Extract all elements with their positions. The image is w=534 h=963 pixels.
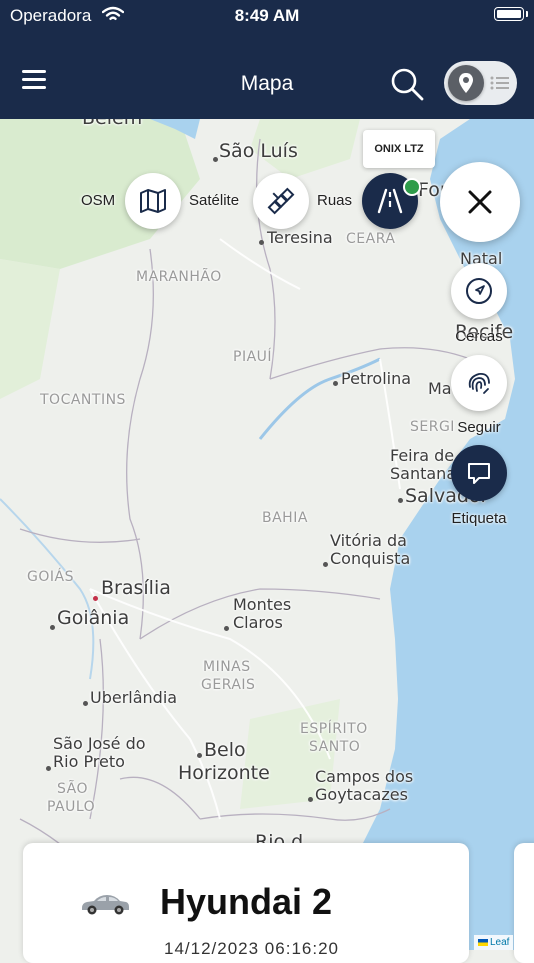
label-campos-1: Campos dos [315, 767, 414, 786]
label-piaui: PIAUÍ [233, 349, 273, 365]
search-icon[interactable] [389, 66, 425, 102]
tag-label: Etiqueta [451, 510, 507, 527]
vehicle-name: Hyundai 2 [160, 881, 333, 922]
vehicle-marker[interactable] [403, 178, 421, 196]
label-vitoria-1: Vitória da [330, 531, 407, 550]
city-dot [259, 240, 264, 245]
label-campos-2: Goytacazes [315, 785, 408, 804]
attribution-text: Leaf [490, 937, 510, 948]
label-tocantins: TOCANTINS [40, 392, 126, 408]
car-icon [82, 895, 129, 915]
label-sjrp-2: Rio Preto [53, 752, 125, 771]
city-dot [323, 562, 328, 567]
label-bh-2: Horizonte [178, 762, 270, 784]
label-montes-2: Claros [233, 613, 283, 632]
city-dot [398, 498, 403, 503]
label-goiania: Goiânia [57, 607, 130, 629]
osm-layer-button[interactable] [125, 173, 181, 229]
tag-button[interactable] [451, 445, 507, 501]
city-dot [213, 157, 218, 162]
map-view[interactable]: Belém São Luís Fort Teresina CEARA MARAN… [0, 119, 534, 950]
satellite-layer-button[interactable] [253, 173, 309, 229]
label-minas-2: GERAIS [201, 677, 256, 693]
label-espirito-2: SANTO [309, 739, 361, 755]
city-dot [333, 381, 338, 386]
list-icon [490, 76, 509, 90]
label-belem: Belém [82, 119, 142, 129]
close-layers-button[interactable] [440, 162, 520, 242]
label-sao-paulo-2: PAULO [47, 799, 96, 815]
fences-button[interactable] [451, 263, 507, 319]
capital-dot [93, 596, 98, 601]
status-bar: Operadora 8:49 AM [0, 0, 534, 34]
osm-label: OSM [81, 192, 116, 209]
satellite-label: Satélite [189, 192, 240, 209]
label-sao-luis: São Luís [219, 140, 298, 162]
road-icon [377, 188, 403, 214]
label-bahia: BAHIA [262, 510, 308, 526]
city-dot [308, 797, 313, 802]
close-icon [468, 190, 492, 214]
flag-icon [478, 938, 488, 946]
label-teresina: Teresina [267, 228, 333, 247]
message-icon [468, 463, 490, 484]
map-pin-icon [448, 65, 484, 101]
label-maranhao: MARANHÃO [136, 269, 222, 285]
nav-bar: Mapa [0, 34, 534, 119]
fences-label: Cercas [455, 328, 503, 345]
map-list-toggle[interactable] [444, 61, 517, 105]
fingerprint-icon [468, 373, 490, 394]
label-sjrp-1: São José do [53, 734, 146, 753]
navigation-icon [466, 278, 492, 304]
follow-label: Seguir [457, 419, 501, 436]
map-icon [140, 189, 166, 213]
label-uberlandia: Uberlândia [90, 688, 178, 707]
vehicle-card[interactable]: Hyundai 2 14/12/2023 06:16:20 [23, 843, 469, 963]
label-montes-1: Montes [233, 595, 292, 614]
satellite-icon [267, 187, 295, 215]
label-petrolina: Petrolina [341, 369, 412, 388]
battery-tip [526, 11, 528, 17]
vehicle-tooltip: ONIX LTZ [363, 130, 435, 168]
label-brasilia: Brasília [101, 577, 171, 599]
streets-label: Ruas [317, 192, 353, 209]
label-bh-1: Belo [204, 739, 246, 761]
clock: 8:49 AM [234, 6, 300, 25]
city-dot [50, 625, 55, 630]
label-sao-paulo-1: SÃO [57, 781, 88, 797]
battery-icon [494, 7, 524, 21]
label-minas-1: MINAS [203, 659, 251, 675]
follow-button[interactable] [451, 355, 507, 411]
city-dot [83, 701, 88, 706]
city-dot [224, 626, 229, 631]
label-feira-1: Feira de [390, 446, 455, 465]
label-espirito-1: ESPÍRITO [300, 721, 368, 737]
label-ceara: CEARA [346, 231, 396, 247]
next-vehicle-card[interactable] [514, 843, 534, 963]
label-maceio: Ma [428, 379, 452, 398]
vehicle-date: 14/12/2023 06:16:20 [164, 939, 339, 958]
city-dot [197, 753, 202, 758]
label-feira-2: Santana [390, 464, 457, 483]
city-dot [46, 766, 51, 771]
label-vitoria-2: Conquista [330, 549, 411, 568]
label-goias: GOIÁS [27, 569, 74, 585]
map-attribution[interactable]: Leaf [474, 935, 514, 950]
